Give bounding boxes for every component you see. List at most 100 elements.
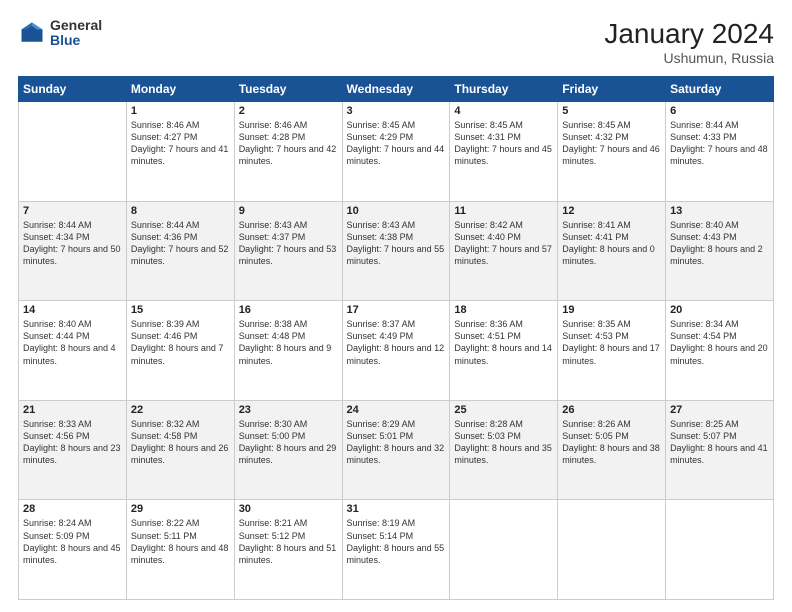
cell-info: Sunrise: 8:32 AMSunset: 4:58 PMDaylight:… <box>131 418 230 467</box>
table-row: 5Sunrise: 8:45 AMSunset: 4:32 PMDaylight… <box>558 102 666 202</box>
table-row: 15Sunrise: 8:39 AMSunset: 4:46 PMDayligh… <box>126 301 234 401</box>
day-number: 2 <box>239 105 338 117</box>
logo: General Blue <box>18 18 102 49</box>
table-row: 2 Sunrise: 8:46 AMSunset: 4:28 PMDaylight… <box>234 102 342 202</box>
th-monday: Monday <box>126 77 234 102</box>
table-row: 14Sunrise: 8:40 AMSunset: 4:44 PMDayligh… <box>19 301 127 401</box>
table-row: 17Sunrise: 8:37 AMSunset: 4:49 PMDayligh… <box>342 301 450 401</box>
cell-info: Sunrise: 8:34 AMSunset: 4:54 PMDaylight:… <box>670 318 769 367</box>
day-number: 11 <box>454 205 553 217</box>
day-number: 3 <box>347 105 446 117</box>
table-row: 1Sunrise: 8:46 AMSunset: 4:27 PMDaylight… <box>126 102 234 202</box>
day-number: 24 <box>347 404 446 416</box>
th-sunday: Sunday <box>19 77 127 102</box>
cell-info: Sunrise: 8:37 AMSunset: 4:49 PMDaylight:… <box>347 318 446 367</box>
day-number: 27 <box>670 404 769 416</box>
day-number: 15 <box>131 304 230 316</box>
table-row <box>558 500 666 600</box>
day-number: 29 <box>131 503 230 515</box>
day-number: 18 <box>454 304 553 316</box>
day-number: 16 <box>239 304 338 316</box>
subtitle: Ushumun, Russia <box>604 50 774 66</box>
day-number: 6 <box>670 105 769 117</box>
day-number: 4 <box>454 105 553 117</box>
day-number: 19 <box>562 304 661 316</box>
table-row <box>450 500 558 600</box>
table-row: 16 Sunrise: 8:38 AMSunset: 4:48 PMDayligh… <box>234 301 342 401</box>
cell-info: Sunrise: 8:45 AMSunset: 4:32 PMDaylight:… <box>562 119 661 168</box>
cell-info: Sunrise: 8:30 AMSunset: 5:00 PMDaylight:… <box>239 418 338 467</box>
table-row: 12 Sunrise: 8:41 AMSunset: 4:41 PMDayligh… <box>558 201 666 301</box>
cell-info: Sunrise: 8:40 AMSunset: 4:43 PMDaylight:… <box>670 219 769 268</box>
table-row: 10Sunrise: 8:43 AMSunset: 4:38 PMDayligh… <box>342 201 450 301</box>
logo-blue-text: Blue <box>50 33 102 48</box>
table-row: 4 Sunrise: 8:45 AMSunset: 4:31 PMDaylight… <box>450 102 558 202</box>
cell-info: Sunrise: 8:26 AMSunset: 5:05 PMDaylight:… <box>562 418 661 467</box>
cell-info: Sunrise: 8:44 AMSunset: 4:36 PMDaylight:… <box>131 219 230 268</box>
page: General Blue January 2024 Ushumun, Russi… <box>0 0 792 612</box>
table-row: 20 Sunrise: 8:34 AMSunset: 4:54 PMDayligh… <box>666 301 774 401</box>
day-number: 21 <box>23 404 122 416</box>
th-wednesday: Wednesday <box>342 77 450 102</box>
cell-info: Sunrise: 8:21 AMSunset: 5:12 PMDaylight:… <box>239 517 338 566</box>
cell-info: Sunrise: 8:36 AMSunset: 4:51 PMDaylight:… <box>454 318 553 367</box>
cell-info: Sunrise: 8:40 AMSunset: 4:44 PMDaylight:… <box>23 318 122 367</box>
th-tuesday: Tuesday <box>234 77 342 102</box>
day-number: 10 <box>347 205 446 217</box>
day-number: 28 <box>23 503 122 515</box>
table-row: 30 Sunrise: 8:21 AMSunset: 5:12 PMDayligh… <box>234 500 342 600</box>
cell-info: Sunrise: 8:46 AMSunset: 4:28 PMDaylight:… <box>239 119 338 168</box>
day-number: 7 <box>23 205 122 217</box>
day-number: 20 <box>670 304 769 316</box>
table-row: 3 Sunrise: 8:45 AMSunset: 4:29 PMDaylight… <box>342 102 450 202</box>
table-row: 21 Sunrise: 8:33 AMSunset: 4:56 PMDayligh… <box>19 400 127 500</box>
calendar-week-3: 21 Sunrise: 8:33 AMSunset: 4:56 PMDayligh… <box>19 400 774 500</box>
logo-icon <box>18 19 46 47</box>
cell-info: Sunrise: 8:45 AMSunset: 4:31 PMDaylight:… <box>454 119 553 168</box>
cell-info: Sunrise: 8:43 AMSunset: 4:37 PMDaylight:… <box>239 219 338 268</box>
th-saturday: Saturday <box>666 77 774 102</box>
th-thursday: Thursday <box>450 77 558 102</box>
cell-info: Sunrise: 8:22 AMSunset: 5:11 PMDaylight:… <box>131 517 230 566</box>
table-row: 11 Sunrise: 8:42 AMSunset: 4:40 PMDayligh… <box>450 201 558 301</box>
day-number: 26 <box>562 404 661 416</box>
day-number: 30 <box>239 503 338 515</box>
table-row: 6 Sunrise: 8:44 AMSunset: 4:33 PMDaylight… <box>666 102 774 202</box>
cell-info: Sunrise: 8:45 AMSunset: 4:29 PMDaylight:… <box>347 119 446 168</box>
table-row: 19Sunrise: 8:35 AMSunset: 4:53 PMDayligh… <box>558 301 666 401</box>
cell-info: Sunrise: 8:44 AMSunset: 4:33 PMDaylight:… <box>670 119 769 168</box>
table-row <box>19 102 127 202</box>
logo-general-text: General <box>50 18 102 33</box>
calendar-table: Sunday Monday Tuesday Wednesday Thursday… <box>18 76 774 600</box>
day-number: 25 <box>454 404 553 416</box>
calendar-week-0: 1Sunrise: 8:46 AMSunset: 4:27 PMDaylight… <box>19 102 774 202</box>
cell-info: Sunrise: 8:19 AMSunset: 5:14 PMDaylight:… <box>347 517 446 566</box>
table-row: 13 Sunrise: 8:40 AMSunset: 4:43 PMDayligh… <box>666 201 774 301</box>
table-row: 22 Sunrise: 8:32 AMSunset: 4:58 PMDayligh… <box>126 400 234 500</box>
table-row: 27 Sunrise: 8:25 AMSunset: 5:07 PMDayligh… <box>666 400 774 500</box>
table-row: 28 Sunrise: 8:24 AMSunset: 5:09 PMDayligh… <box>19 500 127 600</box>
table-row: 29 Sunrise: 8:22 AMSunset: 5:11 PMDayligh… <box>126 500 234 600</box>
cell-info: Sunrise: 8:25 AMSunset: 5:07 PMDaylight:… <box>670 418 769 467</box>
table-row: 23Sunrise: 8:30 AMSunset: 5:00 PMDayligh… <box>234 400 342 500</box>
table-row: 26 Sunrise: 8:26 AMSunset: 5:05 PMDayligh… <box>558 400 666 500</box>
day-number: 9 <box>239 205 338 217</box>
day-number: 8 <box>131 205 230 217</box>
table-row <box>666 500 774 600</box>
header-row: Sunday Monday Tuesday Wednesday Thursday… <box>19 77 774 102</box>
day-number: 22 <box>131 404 230 416</box>
cell-info: Sunrise: 8:44 AMSunset: 4:34 PMDaylight:… <box>23 219 122 268</box>
th-friday: Friday <box>558 77 666 102</box>
table-row: 25Sunrise: 8:28 AMSunset: 5:03 PMDayligh… <box>450 400 558 500</box>
day-number: 13 <box>670 205 769 217</box>
cell-info: Sunrise: 8:24 AMSunset: 5:09 PMDaylight:… <box>23 517 122 566</box>
cell-info: Sunrise: 8:46 AMSunset: 4:27 PMDaylight:… <box>131 119 230 168</box>
calendar-week-2: 14Sunrise: 8:40 AMSunset: 4:44 PMDayligh… <box>19 301 774 401</box>
table-row: 31Sunrise: 8:19 AMSunset: 5:14 PMDayligh… <box>342 500 450 600</box>
cell-info: Sunrise: 8:41 AMSunset: 4:41 PMDaylight:… <box>562 219 661 268</box>
cell-info: Sunrise: 8:29 AMSunset: 5:01 PMDaylight:… <box>347 418 446 467</box>
day-number: 12 <box>562 205 661 217</box>
cell-info: Sunrise: 8:38 AMSunset: 4:48 PMDaylight:… <box>239 318 338 367</box>
cell-info: Sunrise: 8:33 AMSunset: 4:56 PMDaylight:… <box>23 418 122 467</box>
cell-info: Sunrise: 8:42 AMSunset: 4:40 PMDaylight:… <box>454 219 553 268</box>
